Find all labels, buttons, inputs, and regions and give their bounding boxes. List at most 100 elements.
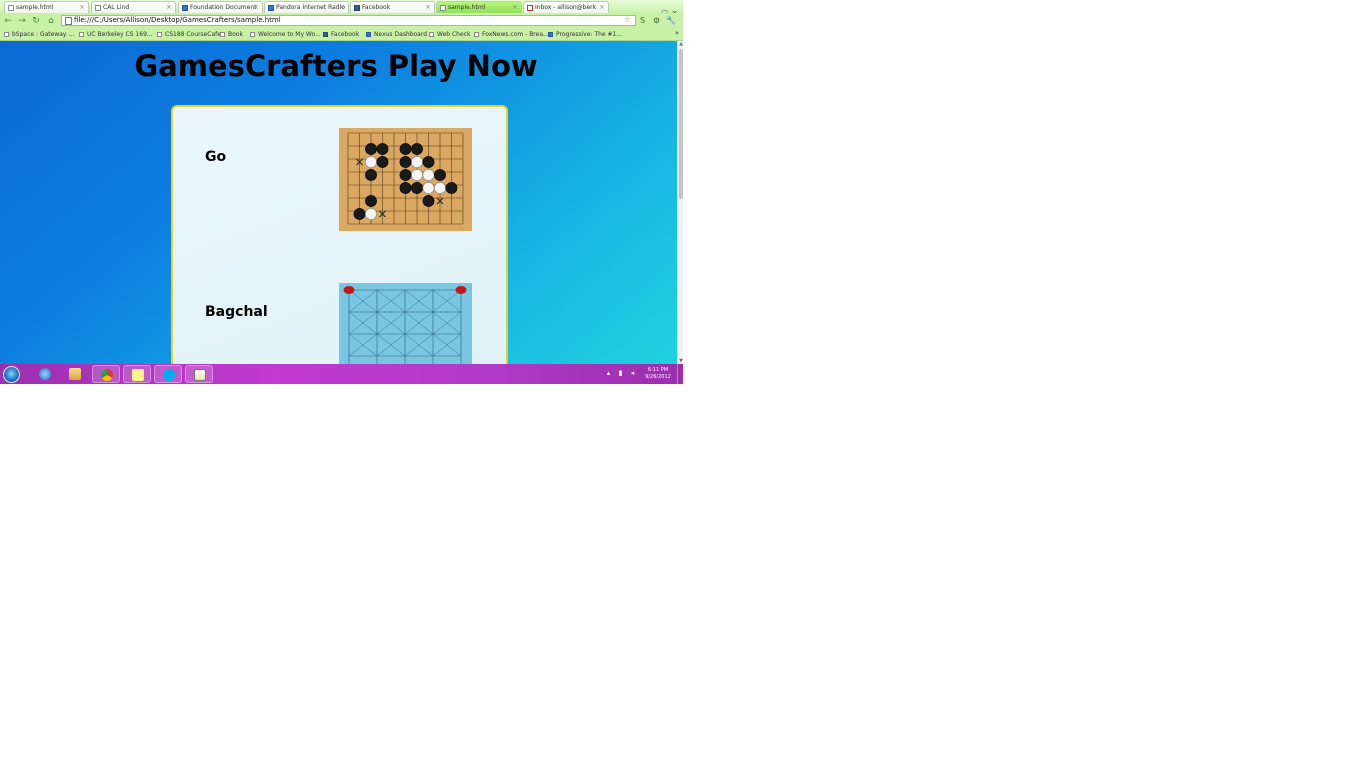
- notepad-icon: [194, 369, 206, 381]
- bookmark-item[interactable]: Book: [220, 30, 243, 40]
- taskbar-clock[interactable]: 6:11 PM 9/26/2012: [640, 367, 676, 381]
- browser-tab[interactable]: Inbox - allison@berk ×: [523, 1, 609, 13]
- game-name-bagchal[interactable]: Bagchal: [205, 304, 268, 320]
- tab-title: CAL Lind: [103, 4, 130, 11]
- black-stone: [376, 156, 389, 168]
- browser-tab-active[interactable]: sample.html ×: [436, 1, 522, 13]
- bookmark-item[interactable]: Progressive: The #1...: [548, 30, 622, 40]
- address-text: file:///C:/Users/Allison/Desktop/GamesCr…: [74, 16, 281, 24]
- show-hidden-icons-icon[interactable]: ▴: [605, 370, 612, 377]
- bookmark-label: FoxNews.com - Brea...: [482, 31, 549, 38]
- bookmark-item[interactable]: Nexus Dashboard: [366, 30, 427, 40]
- browser-tab-strip: sample.html × CAL Lind × Foundation Docu…: [0, 0, 683, 17]
- show-desktop-button[interactable]: [677, 364, 683, 384]
- white-stone: [422, 169, 435, 181]
- page-icon: [440, 5, 446, 11]
- screenshot: sample.html × CAL Lind × Foundation Docu…: [0, 0, 683, 384]
- bookmark-item[interactable]: bSpace : Gateway ...: [4, 30, 74, 40]
- taskbar-app[interactable]: [61, 365, 89, 383]
- skype-extension-icon[interactable]: S: [638, 16, 647, 25]
- tab-title: sample.html: [16, 4, 54, 11]
- close-icon[interactable]: ×: [166, 2, 172, 13]
- p-icon: [268, 5, 274, 11]
- taskbar-app[interactable]: [185, 365, 213, 383]
- browser-tab[interactable]: sample.html ×: [4, 1, 89, 13]
- game-name-go[interactable]: Go: [205, 149, 226, 165]
- bookmark-label: bSpace : Gateway ...: [12, 31, 75, 38]
- bagchal-board-background: [339, 283, 472, 364]
- browser-tab[interactable]: Facebook ×: [350, 1, 435, 13]
- wrench-menu-icon[interactable]: 🔧: [666, 16, 676, 25]
- p-icon: [182, 5, 188, 11]
- black-stone: [399, 143, 412, 155]
- tab-title: Foundation Document: [190, 4, 257, 11]
- browser-tab[interactable]: Pandora Internet Radio ×: [264, 1, 349, 13]
- bookmark-item[interactable]: CS188 CourseCafe: [157, 30, 221, 40]
- bagchal-board-image[interactable]: [339, 283, 472, 364]
- go-board-image[interactable]: [339, 128, 472, 231]
- taskbar-app[interactable]: [154, 365, 182, 383]
- tab-title: Pandora Internet Radio: [276, 4, 345, 11]
- clock-time: 6:11 PM: [647, 367, 669, 373]
- bookmark-label: CS188 CourseCafe: [165, 31, 221, 38]
- address-bar[interactable]: file:///C:/Users/Allison/Desktop/GamesCr…: [61, 15, 636, 26]
- close-icon[interactable]: ×: [79, 2, 85, 13]
- network-icon[interactable]: ▮: [617, 370, 624, 377]
- forward-button[interactable]: →: [17, 16, 27, 26]
- close-icon[interactable]: ×: [599, 2, 605, 13]
- scroll-up-icon[interactable]: ▲: [678, 41, 683, 47]
- white-stone: [422, 182, 435, 194]
- bookmarks-bar: bSpace : Gateway ... UC Berkeley CS 169.…: [0, 29, 683, 41]
- bookmark-item[interactable]: Facebook: [323, 30, 359, 40]
- bookmark-star-icon[interactable]: ☆: [624, 15, 631, 24]
- white-stone: [411, 169, 423, 181]
- bookmark-label: Book: [228, 31, 243, 38]
- page-icon: [4, 32, 9, 37]
- internet-explorer-icon: [39, 368, 51, 380]
- taskbar-app[interactable]: [31, 365, 59, 383]
- vertical-scrollbar[interactable]: ▲ ▼: [677, 41, 683, 364]
- scrollbar-thumb[interactable]: [679, 49, 683, 199]
- close-icon[interactable]: ×: [512, 2, 518, 13]
- black-stone: [422, 156, 435, 168]
- close-icon[interactable]: ×: [425, 2, 431, 13]
- close-icon[interactable]: ×: [339, 2, 345, 13]
- white-stone: [434, 182, 446, 194]
- bookmark-item[interactable]: FoxNews.com - Brea...: [474, 30, 549, 40]
- reload-button[interactable]: ↻: [31, 16, 41, 26]
- bookmark-label: UC Berkeley CS 169...: [87, 31, 153, 38]
- page-icon: [250, 32, 255, 37]
- extension-icon[interactable]: ⚙: [652, 16, 661, 25]
- bookmark-item[interactable]: UC Berkeley CS 169...: [79, 30, 153, 40]
- page-icon: [65, 17, 72, 25]
- gmail-icon: [527, 5, 533, 11]
- sticky-notes-icon: [132, 369, 144, 381]
- p-icon: [366, 32, 371, 37]
- browser-tab[interactable]: CAL Lind ×: [91, 1, 176, 13]
- white-stone: [365, 156, 377, 168]
- chrome-icon: [101, 369, 113, 381]
- taskbar-app-active[interactable]: [92, 365, 120, 383]
- close-icon[interactable]: ×: [253, 2, 259, 13]
- taskbar-app[interactable]: [123, 365, 151, 383]
- bookmark-item[interactable]: Web Check: [429, 30, 470, 40]
- black-stone: [411, 182, 423, 194]
- foxnews-icon: [474, 32, 479, 37]
- black-stone: [445, 182, 458, 194]
- volume-icon[interactable]: ◂: [629, 370, 636, 377]
- navigation-toolbar: ← → ↻ ⌂ file:///C:/Users/Allison/Desktop…: [0, 13, 683, 29]
- file-explorer-icon: [69, 368, 81, 380]
- back-button[interactable]: ←: [3, 16, 13, 26]
- white-stone: [411, 156, 423, 168]
- bookmarks-overflow-button[interactable]: »: [675, 29, 679, 37]
- facebook-icon: [323, 32, 328, 37]
- black-stone: [399, 169, 412, 181]
- bookmark-label: Nexus Dashboard: [374, 31, 428, 38]
- bookmark-label: Progressive: The #1...: [556, 31, 623, 38]
- home-button[interactable]: ⌂: [46, 16, 56, 26]
- tab-title: Facebook: [362, 4, 391, 11]
- page-icon: [429, 32, 434, 37]
- start-button[interactable]: [3, 366, 20, 383]
- browser-tab[interactable]: Foundation Document ×: [178, 1, 263, 13]
- bookmark-item[interactable]: Welcome to My Wo...: [250, 30, 321, 40]
